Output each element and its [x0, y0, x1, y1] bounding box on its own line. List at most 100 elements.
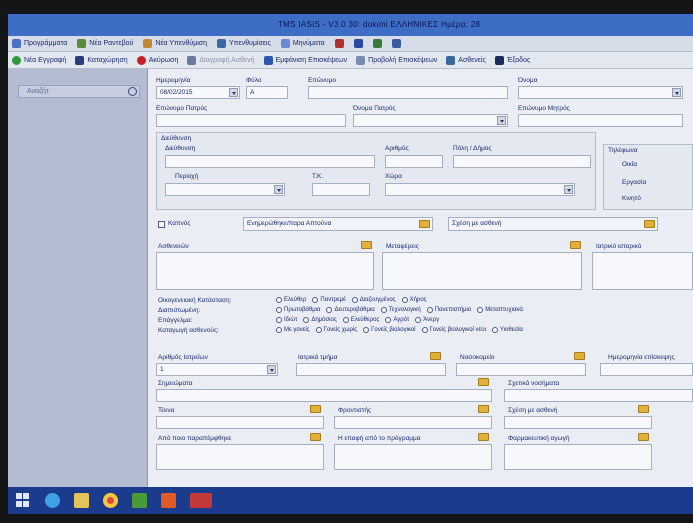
tms-app-icon[interactable] — [190, 493, 212, 508]
delete-patient-button[interactable]: Διαγραφή Ασθενή — [187, 55, 255, 65]
sidebar-search-input[interactable]: Αναζήτ — [18, 85, 140, 98]
children-field[interactable] — [156, 416, 324, 429]
app-green-icon[interactable] — [132, 493, 147, 508]
education-option[interactable]: Δευτεροβάθμια — [326, 307, 375, 313]
comments-field[interactable] — [156, 389, 492, 402]
gender-field[interactable]: Α — [246, 86, 288, 99]
info-box[interactable] — [334, 444, 492, 470]
medication-box[interactable] — [504, 444, 652, 470]
insurance-option[interactable]: Με γονείς — [276, 327, 310, 333]
education-option[interactable]: Πρωτοβάθμια — [276, 307, 320, 313]
education-option[interactable]: Πανεπιστήμιο — [426, 307, 471, 313]
number-field[interactable] — [385, 155, 443, 168]
folder-icon[interactable] — [430, 352, 441, 360]
menu-new-reminder[interactable]: Νέα Υπενθύμιση — [143, 39, 207, 48]
country-field[interactable] — [385, 183, 575, 196]
street-field[interactable] — [165, 155, 375, 168]
chevron-down-icon[interactable] — [229, 88, 238, 97]
save-button[interactable]: Καταχώρηση — [75, 55, 128, 65]
chevron-down-icon[interactable] — [267, 365, 276, 374]
marital-option[interactable]: Χήρος — [401, 297, 427, 303]
mother-surname-field[interactable] — [518, 114, 683, 127]
area-field[interactable] — [165, 183, 285, 196]
surname-field[interactable] — [308, 86, 508, 99]
menu-reminders[interactable]: Υπενθυμίσεις — [217, 39, 271, 48]
insurance-option[interactable]: Γονείς χωρίς — [315, 327, 357, 333]
view-visits-button[interactable]: Προβολή Επισκέψεων — [356, 55, 437, 65]
profession-option[interactable]: Ιδιώτ — [276, 317, 297, 323]
notes-box[interactable] — [592, 252, 693, 290]
menu-programs[interactable]: Προγράμματα — [12, 39, 67, 48]
registration-date-field[interactable]: 08/02/2015 — [156, 86, 240, 99]
folder-icon[interactable] — [310, 405, 321, 413]
folder-icon[interactable] — [638, 433, 649, 441]
chrome-icon[interactable] — [103, 493, 118, 508]
cancel-button[interactable]: Ακύρωση — [136, 55, 178, 65]
menu-messages[interactable]: Μηνύματα — [280, 39, 325, 48]
exit-button[interactable]: Έξοδος — [494, 55, 530, 65]
office-icon[interactable] — [161, 493, 176, 508]
visit-number-field[interactable]: 1 — [156, 363, 278, 376]
close-icon[interactable] — [334, 39, 344, 48]
contact-label: Από ποιο παραπέμφθηκε — [158, 435, 232, 442]
patients-button[interactable]: Ασθενείς — [446, 55, 486, 65]
insurance-option[interactable]: Γονείς βιολογικοί — [363, 327, 416, 333]
folder-icon[interactable] — [361, 241, 372, 249]
marital-option[interactable]: Παντρεμέ — [312, 297, 346, 303]
search-icon[interactable] — [128, 87, 137, 96]
marital-option[interactable]: Ελεύθερ — [276, 297, 306, 303]
father-surname-field[interactable] — [156, 114, 346, 127]
menu-new-appointment[interactable]: Νέα Ραντεβού — [77, 39, 133, 48]
relation-field[interactable]: Σχέση με ασθενή — [448, 217, 658, 231]
check-icon[interactable] — [372, 39, 382, 48]
nurse-field[interactable] — [456, 363, 586, 376]
chevron-down-icon[interactable] — [564, 185, 573, 194]
smoker-label: Καπνός — [168, 220, 191, 227]
folder-icon[interactable] — [419, 220, 430, 228]
father-name-field[interactable] — [353, 114, 508, 127]
show-visits-button[interactable]: Εμφάνιση Επισκέψεων — [263, 55, 347, 65]
illness-box[interactable] — [156, 252, 374, 290]
transfer-box[interactable] — [382, 252, 582, 290]
history-field[interactable] — [504, 389, 693, 402]
education-label: Διαπιστωμένη: — [158, 307, 201, 314]
folder-icon[interactable] — [570, 241, 581, 249]
insurance-option[interactable]: Υιοθεσία — [491, 327, 523, 333]
flag-icon[interactable] — [353, 39, 363, 48]
download-icon[interactable] — [391, 39, 401, 48]
profession-option[interactable]: Άνεργ — [415, 317, 439, 323]
folder-icon[interactable] — [478, 378, 489, 386]
zip-field[interactable] — [312, 183, 370, 196]
education-option[interactable]: Μεταπτυχιακά — [477, 307, 523, 313]
marital-option[interactable]: Διαζευγμένος — [351, 297, 396, 303]
chevron-down-icon[interactable] — [274, 185, 283, 194]
city-field[interactable] — [453, 155, 591, 168]
folder-icon[interactable] — [310, 433, 321, 441]
smoker-checkbox[interactable] — [158, 221, 165, 228]
appointment-field[interactable] — [600, 363, 693, 376]
folder-icon[interactable] — [478, 433, 489, 441]
profession-option[interactable]: Αγρότ — [385, 317, 409, 323]
insurance-option[interactable]: Γονείς βιολογικοί νέοι — [421, 327, 486, 333]
folder-icon[interactable] — [478, 405, 489, 413]
folder-icon[interactable] — [574, 352, 585, 360]
windows-icon[interactable] — [16, 493, 31, 508]
profession-option[interactable]: Δημόσιος — [303, 317, 337, 323]
internet-explorer-icon[interactable] — [45, 493, 60, 508]
add-icon — [12, 55, 21, 65]
profession-option[interactable]: Ελεύθερος — [342, 317, 379, 323]
folder-icon[interactable] — [644, 220, 655, 228]
name-field[interactable] — [518, 86, 683, 99]
folder-icon[interactable] — [638, 405, 649, 413]
new-record-button[interactable]: Νέα Εγγραφή — [12, 55, 66, 65]
chevron-down-icon[interactable] — [497, 116, 506, 125]
doctor-field[interactable] — [296, 363, 446, 376]
relation2-field[interactable] — [504, 416, 652, 429]
education-option[interactable]: Τεχνολογική — [380, 307, 421, 313]
sidebar: Αναζήτ — [8, 69, 148, 487]
contact-box[interactable] — [156, 444, 324, 470]
file-explorer-icon[interactable] — [74, 493, 89, 508]
assistant-field[interactable] — [334, 416, 492, 429]
chevron-down-icon[interactable] — [672, 88, 681, 97]
referral-field[interactable]: Ενημερώθηκε/παρα Απτούνα — [243, 217, 433, 231]
